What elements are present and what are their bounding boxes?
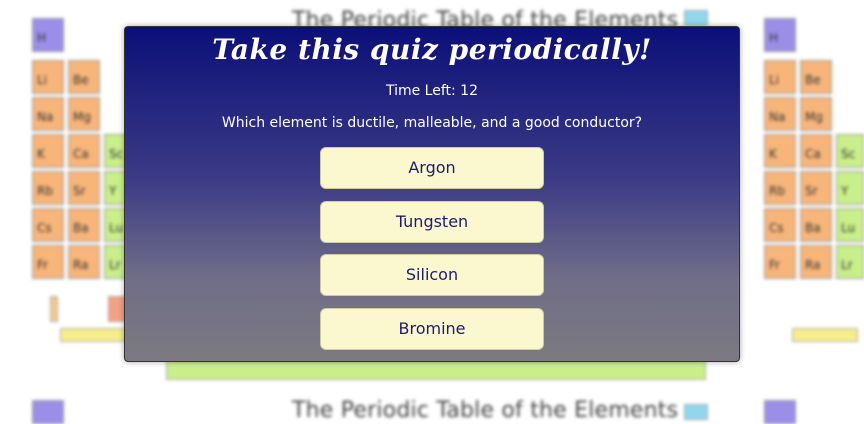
lanthanide-row <box>166 360 706 380</box>
element-tile-ca-right: Ca <box>800 134 832 168</box>
element-tile-fr-right: Fr <box>764 245 796 279</box>
element-tile-li: Li <box>32 60 64 94</box>
element-tile-lr-right: Lr <box>836 245 864 279</box>
element-tile-h: H <box>32 18 64 52</box>
element-tile-mg-right: Mg <box>800 97 832 131</box>
element-tile-na-right: Na <box>764 97 796 131</box>
element-tile-cs-right: Cs <box>764 208 796 242</box>
element-tile-h-bottom-left <box>32 400 64 424</box>
timer-label: Time Left: 12 <box>385 83 479 99</box>
element-tile-rb: Rb <box>32 171 64 205</box>
element-tile-cs: Cs <box>32 208 64 242</box>
title-badge-top <box>684 10 708 26</box>
element-tile-lu-right: Lu <box>836 208 864 242</box>
question-text: Which element is ductile, malleable, and… <box>221 115 643 131</box>
element-tile-ba-right: Ba <box>800 208 832 242</box>
element-tile-be-right: Be <box>800 60 832 94</box>
background-title-repeat: The Periodic Table of the Elements <box>292 398 679 423</box>
quiz-dialog: Take this quiz periodically! Time Left: … <box>124 26 740 362</box>
element-tile-na: Na <box>32 97 64 131</box>
element-tile-li-right: Li <box>764 60 796 94</box>
answer-button-bromine[interactable]: Bromine <box>320 308 544 350</box>
answer-button-argon[interactable]: Argon <box>320 147 544 189</box>
element-tile-rb-right: Rb <box>764 171 796 205</box>
element-tile-mg: Mg <box>68 97 100 131</box>
element-tile-sr: Sr <box>68 171 100 205</box>
legend-strip <box>60 328 126 342</box>
answer-button-silicon[interactable]: Silicon <box>320 254 544 296</box>
element-tile-k: K <box>32 134 64 168</box>
element-tile-h-right: H <box>764 18 796 52</box>
element-tile-h-bottom-right <box>764 400 796 424</box>
answer-button-tungsten[interactable]: Tungsten <box>320 201 544 243</box>
quiz-title: Take this quiz periodically! <box>212 33 652 66</box>
element-tile-sr-right: Sr <box>800 171 832 205</box>
element-tile-ra-right: Ra <box>800 245 832 279</box>
element-tile-y-right: Y <box>836 171 864 205</box>
legend-marker <box>50 296 58 322</box>
element-tile-be: Be <box>68 60 100 94</box>
element-tile-fr: Fr <box>32 245 64 279</box>
legend-strip-right <box>792 328 858 342</box>
title-badge <box>684 404 708 420</box>
element-tile-ba: Ba <box>68 208 100 242</box>
element-tile-k-right: K <box>764 134 796 168</box>
element-tile-ra: Ra <box>68 245 100 279</box>
element-tile-ca: Ca <box>68 134 100 168</box>
element-tile-sc-right: Sc <box>836 134 864 168</box>
